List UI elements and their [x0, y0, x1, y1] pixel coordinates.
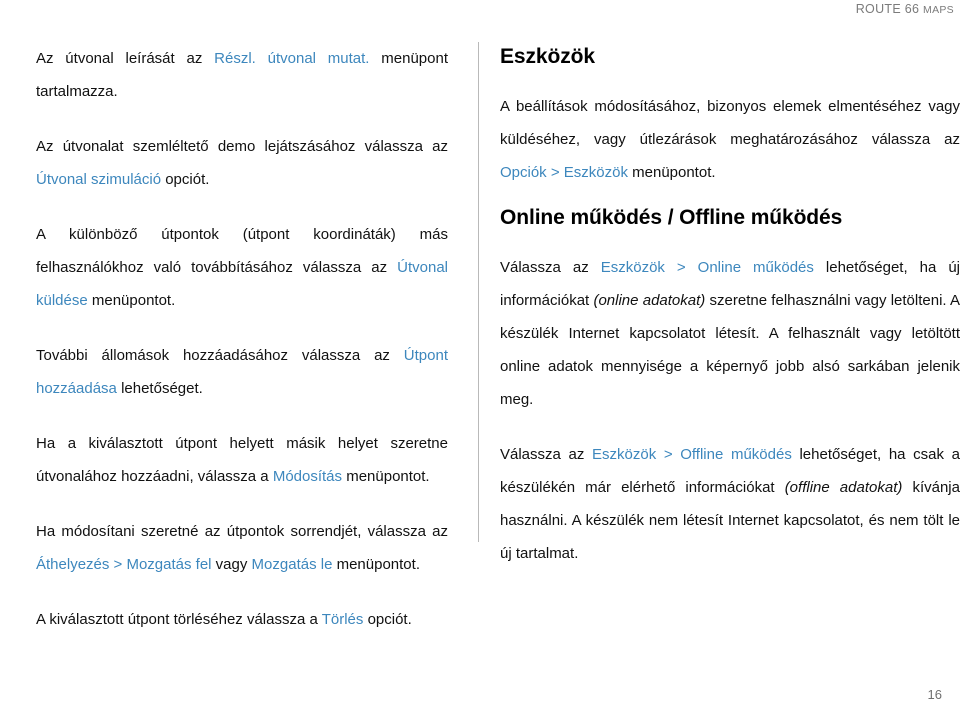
- body-text: A különböző útpontok (útpont koordináták…: [36, 226, 448, 276]
- body-text: A beállítások módosításához, bizonyos el…: [500, 98, 960, 148]
- p-delete-waypoint: A kiválasztott útpont törléséhez válassz…: [36, 603, 448, 636]
- p-route-description: Az útvonal leírását az Részl. útvonal mu…: [36, 42, 448, 108]
- menu-path-reference[interactable]: Eszközök > Offline működés: [592, 446, 792, 463]
- menu-path-reference[interactable]: Részl. útvonal mutat.: [214, 50, 369, 67]
- body-text: lehetőséget.: [116, 380, 203, 397]
- body-text: menüpontot.: [627, 164, 716, 181]
- p-online-mode: Válassza az Eszközök > Online működés le…: [500, 251, 960, 416]
- section-heading-online-offline: Online működés / Offline működés: [500, 206, 843, 229]
- body-text: Ha módosítani szeretné az útpontok sorre…: [36, 523, 448, 540]
- emphasis-text: (online adatokat): [593, 292, 706, 309]
- body-text: menüpontot.: [332, 556, 420, 573]
- running-header-brand-smallcaps: MAPS: [923, 4, 954, 16]
- p-reorder-waypoints: Ha módosítani szeretné az útpontok sorre…: [36, 515, 448, 581]
- p-add-waypoint: További állomások hozzáadásához válassza…: [36, 339, 448, 405]
- body-text: Az útvonal leírását az: [36, 50, 215, 67]
- emphasis-text: (offline adatokat): [784, 479, 903, 496]
- menu-path-reference[interactable]: Áthelyezés > Mozgatás fel: [36, 556, 212, 573]
- body-text: További állomások hozzáadásához válassza…: [36, 347, 404, 364]
- tools-paragraphs: A beállítások módosításához, bizonyos el…: [500, 90, 960, 189]
- p-modify-waypoint: Ha a kiválasztott útpont helyett másik h…: [36, 427, 448, 493]
- menu-path-reference[interactable]: Eszközök > Online működés: [601, 259, 814, 276]
- body-text: menüpontot.: [342, 468, 430, 485]
- online-offline-paragraphs: Válassza az Eszközök > Online működés le…: [500, 251, 960, 570]
- menu-path-reference[interactable]: Mozgatás le: [252, 556, 333, 573]
- body-text: Válassza az: [500, 446, 592, 463]
- p-send-route: A különböző útpontok (útpont koordináták…: [36, 218, 448, 317]
- left-column: Az útvonal leírását az Részl. útvonal mu…: [36, 42, 448, 636]
- p-route-simulation: Az útvonalat szemléltető demo lejátszásá…: [36, 130, 448, 196]
- page-number: 16: [927, 687, 942, 702]
- body-text: vagy: [211, 556, 252, 573]
- body-text: opciót.: [161, 171, 210, 188]
- body-text: Az útvonalat szemléltető demo lejátszásá…: [36, 138, 448, 155]
- body-text: Válassza az: [500, 259, 601, 276]
- section-heading-tools: Eszközök: [500, 45, 595, 68]
- running-header: ROUTE 66 MAPS: [856, 2, 954, 16]
- p-offline-mode: Válassza az Eszközök > Offline működés l…: [500, 438, 960, 570]
- p-tools-intro: A beállítások módosításához, bizonyos el…: [500, 90, 960, 189]
- menu-path-reference[interactable]: Opciók > Eszközök: [500, 164, 628, 181]
- column-divider: [478, 42, 479, 542]
- document-page: ROUTE 66 MAPS Az útvonal leírását az Rés…: [0, 0, 960, 718]
- right-column: Eszközök A beállítások módosításához, bi…: [500, 42, 960, 570]
- body-text: menüpontot.: [87, 292, 176, 309]
- running-header-brand: ROUTE 66: [855, 2, 924, 16]
- body-text: szeretne felhasználni vagy letölteni. A …: [500, 292, 960, 408]
- menu-path-reference[interactable]: Módosítás: [273, 468, 342, 485]
- menu-path-reference[interactable]: Törlés: [322, 611, 364, 628]
- body-text: A kiválasztott útpont törléséhez válassz…: [36, 611, 322, 628]
- menu-path-reference[interactable]: Útvonal szimuláció: [36, 171, 161, 188]
- body-text: opciót.: [363, 611, 412, 628]
